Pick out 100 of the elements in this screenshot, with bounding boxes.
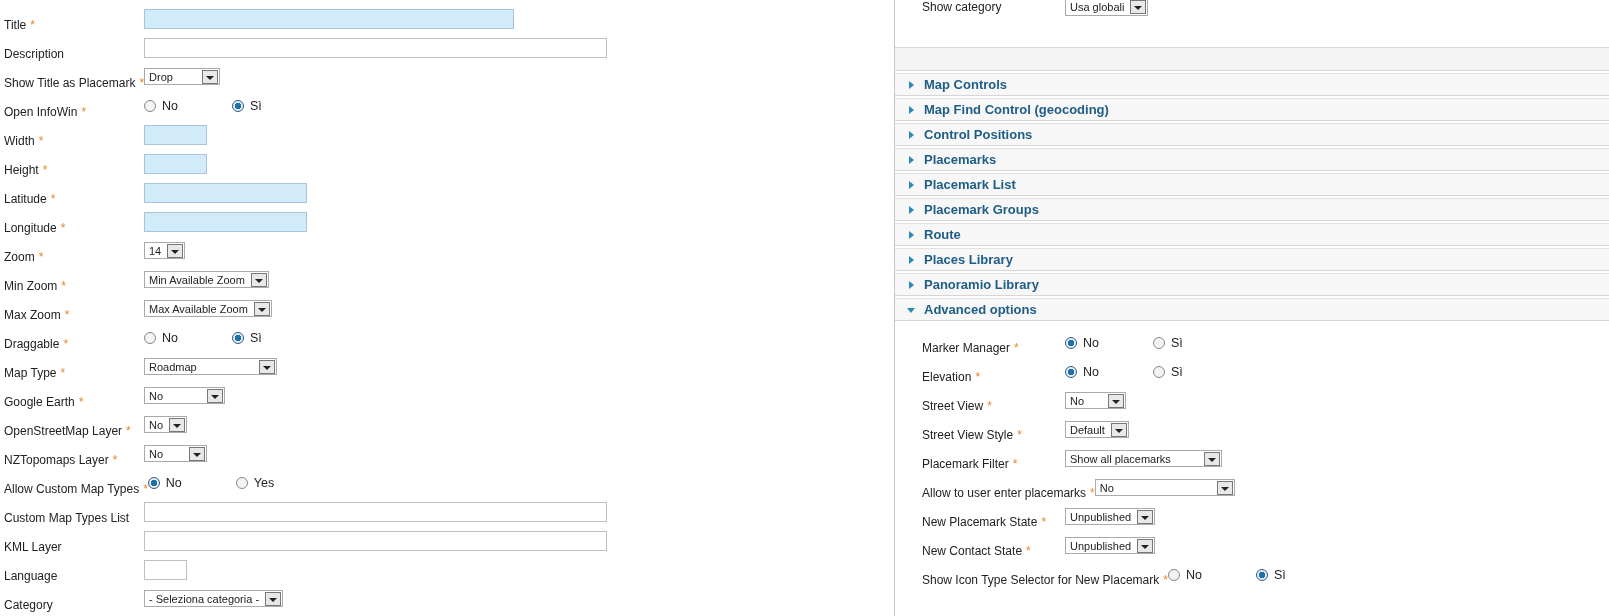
field-label: Max Zoom * <box>4 307 70 322</box>
field-label: Description <box>4 46 65 61</box>
section-header[interactable]: Placemark Groups <box>895 198 1609 221</box>
caret-icon <box>1204 451 1220 466</box>
input-field[interactable] <box>144 153 207 174</box>
field-label: Draggable * <box>4 336 69 351</box>
dropdown[interactable]: Drop <box>144 68 221 85</box>
radio-option[interactable]: Yes <box>235 475 324 490</box>
field-label: Custom Map Types List <box>4 510 130 525</box>
radio-option[interactable]: No <box>1065 335 1153 350</box>
caret-icon <box>167 243 184 258</box>
dropdown[interactable]: No <box>144 387 225 404</box>
caret-icon <box>265 591 282 606</box>
field-label: Show Icon Type Selector for New Placemark * <box>922 572 1168 587</box>
field-label: Min Zoom * <box>4 278 66 293</box>
field-label: Marker Manager * <box>922 340 1019 355</box>
dropdown[interactable]: 14 <box>144 242 186 259</box>
field-label: Language <box>4 568 58 583</box>
caret-icon <box>1137 538 1154 553</box>
radio-option[interactable]: No <box>1167 567 1256 582</box>
radio-option[interactable]: Sì <box>232 98 320 113</box>
caret-icon <box>253 301 270 316</box>
dropdown[interactable]: Usa globali <box>1065 0 1149 16</box>
section-header[interactable]: Panoramio Library <box>895 273 1609 296</box>
field-label: Latitude * <box>4 191 56 206</box>
section-header[interactable]: Placemark List <box>895 173 1609 196</box>
field-label: Placemark Filter * <box>922 456 1018 471</box>
dropdown[interactable]: Roadmap <box>144 358 277 375</box>
dropdown[interactable]: No <box>144 416 188 433</box>
field-label: Width * <box>4 133 44 148</box>
radio-option[interactable]: Sì <box>1153 335 1241 350</box>
input-field[interactable] <box>144 501 607 522</box>
field-label: Allow to user enter placemarks * <box>922 485 1095 500</box>
caret-icon <box>207 388 223 403</box>
field-label: Zoom * <box>4 249 44 264</box>
field-label: KML Layer <box>4 539 62 554</box>
radio-option[interactable]: Sì <box>1255 567 1344 582</box>
caret-icon <box>250 272 267 287</box>
dropdown[interactable]: No <box>1094 479 1235 496</box>
dropdown[interactable]: Max Available Zoom <box>144 300 272 317</box>
caret-icon <box>1137 509 1154 524</box>
field-label: OpenStreetMap Layer * <box>4 423 131 438</box>
field-label: Category <box>4 597 53 612</box>
triangle-icon <box>907 180 915 189</box>
radio-option[interactable]: No <box>144 98 232 113</box>
caret-icon <box>189 446 205 461</box>
field-label: Elevation * <box>922 369 981 384</box>
section-header[interactable]: Map Find Control (geocoding) <box>895 98 1609 121</box>
caret-icon <box>259 359 275 374</box>
triangle-icon <box>907 130 915 139</box>
field-label: New Placemark State * <box>922 514 1047 529</box>
dropdown[interactable]: - Seleziona categoria - <box>144 590 284 607</box>
triangle-icon <box>907 105 915 114</box>
caret-icon <box>202 69 219 84</box>
triangle-icon <box>907 205 915 214</box>
triangle-icon <box>907 80 915 89</box>
field-label: Allow Custom Map Types * <box>4 481 148 496</box>
caret-icon <box>1216 480 1233 495</box>
dropdown[interactable]: Unpublished <box>1065 537 1156 554</box>
field-label: Map Type * <box>4 365 66 380</box>
radio-option[interactable]: No <box>1065 364 1153 379</box>
field-label: Street View * <box>922 398 992 413</box>
field-label: Show Title as Placemark * <box>4 75 145 90</box>
input-field[interactable] <box>144 37 607 58</box>
field-label: NZTopomaps Layer * <box>4 452 118 467</box>
caret-icon <box>1108 393 1124 408</box>
radio-option[interactable]: Sì <box>232 330 320 345</box>
section-header[interactable]: Map Controls <box>895 73 1609 96</box>
radio-option[interactable]: Sì <box>1153 364 1241 379</box>
section-header[interactable]: Placemarks <box>895 148 1609 171</box>
field-label: Street View Style * <box>922 427 1022 442</box>
section-header[interactable]: Places Library <box>895 248 1609 271</box>
input-field[interactable] <box>144 211 307 232</box>
section-header[interactable]: Control Positions <box>895 123 1609 146</box>
input-field[interactable] <box>144 530 607 551</box>
triangle-icon <box>907 305 915 314</box>
dropdown[interactable]: Unpublished <box>1065 508 1156 525</box>
section-header[interactable]: Route <box>895 223 1609 246</box>
field-label: Longitude * <box>4 220 66 235</box>
triangle-icon <box>907 230 915 239</box>
field-label: Google Earth * <box>4 394 84 409</box>
input-field[interactable] <box>144 124 207 145</box>
input-field[interactable] <box>144 182 307 203</box>
field-label: Show category <box>922 0 1002 14</box>
dropdown[interactable]: Show all placemarks <box>1065 450 1222 467</box>
dropdown[interactable]: Min Available Zoom <box>144 271 269 288</box>
triangle-icon <box>907 255 915 264</box>
dropdown[interactable]: No <box>144 445 207 462</box>
caret-icon <box>169 417 186 432</box>
field-label: Title * <box>4 17 35 32</box>
caret-icon <box>1110 422 1127 437</box>
field-label: New Contact State * <box>922 543 1031 558</box>
dropdown[interactable]: No <box>1065 392 1126 409</box>
input-field[interactable] <box>144 8 514 29</box>
section-header[interactable]: Advanced options <box>895 298 1609 321</box>
radio-option[interactable]: No <box>147 475 236 490</box>
dropdown[interactable]: Default <box>1065 421 1129 438</box>
triangle-icon <box>907 280 915 289</box>
radio-option[interactable]: No <box>144 330 232 345</box>
input-field[interactable] <box>144 559 187 580</box>
